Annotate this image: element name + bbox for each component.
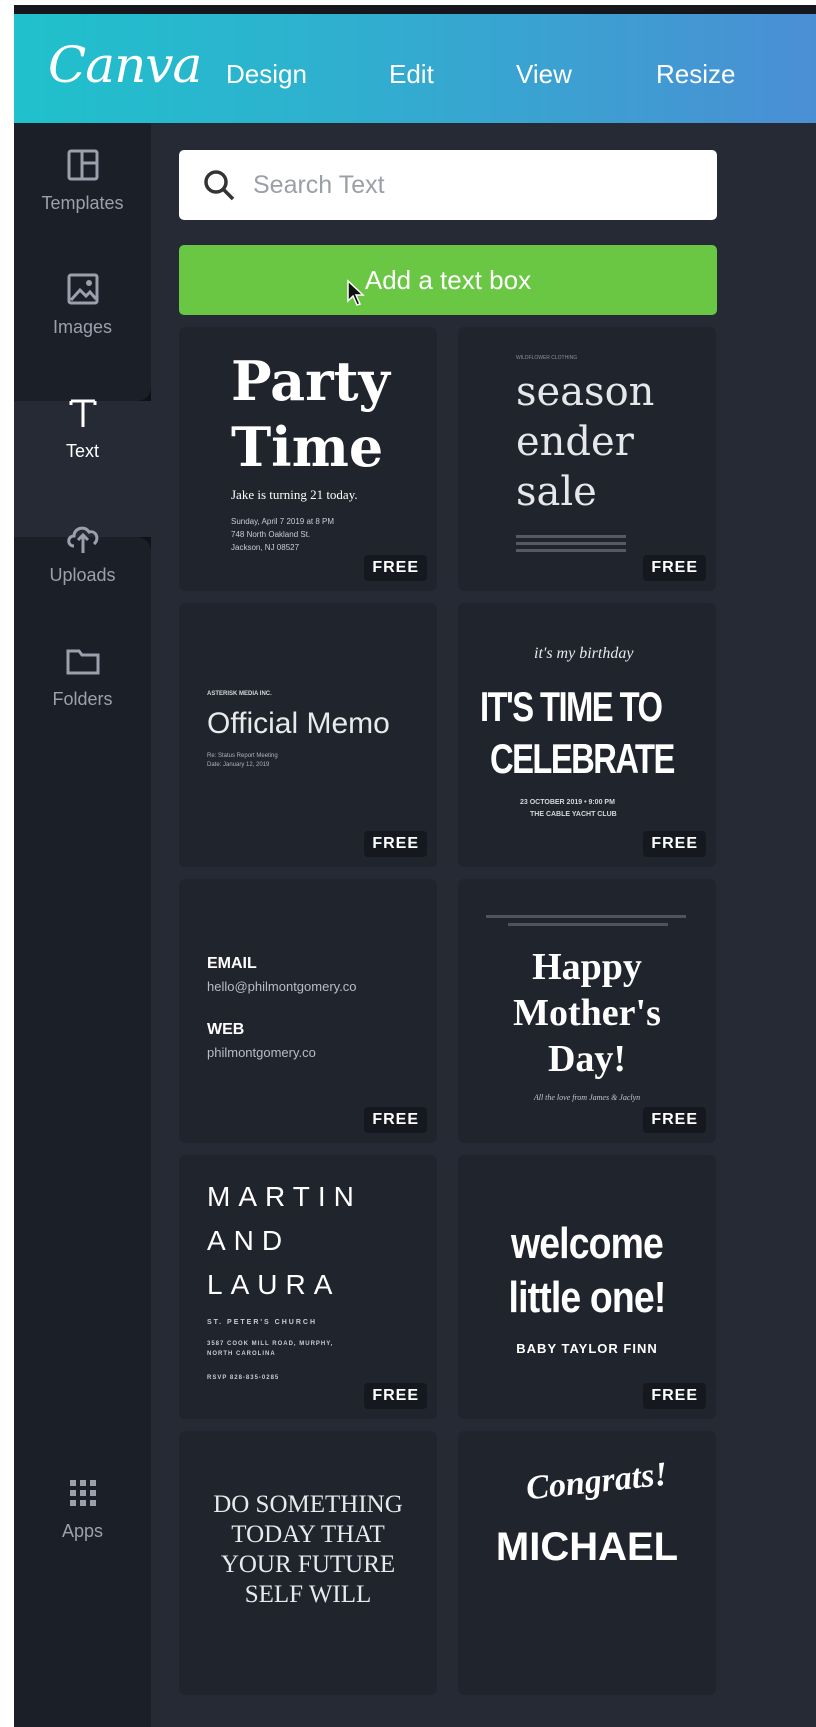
template-heading: sale (516, 469, 597, 515)
text-template-martin-and-laura[interactable]: MARTIN AND LAURA ST. PETER'S CHURCH 3587… (179, 1155, 437, 1419)
template-heading: CELEBRATE (490, 735, 675, 782)
free-badge: FREE (364, 1383, 427, 1409)
template-heading: Happy (532, 946, 642, 988)
template-heading: SELF WILL (244, 1581, 372, 1608)
search-box[interactable] (179, 150, 717, 220)
free-badge: FREE (364, 1107, 427, 1133)
sidebar-item-label: Folders (52, 689, 113, 709)
menu-edit[interactable]: Edit (389, 59, 434, 90)
template-detail: NORTH CAROLINA (207, 1351, 276, 1357)
text-template-do-something[interactable]: DO SOMETHING TODAY THAT YOUR FUTURE SELF… (179, 1431, 437, 1695)
template-detail: Sunday, April 7 2019 at 8 PM (231, 517, 335, 526)
text-template-celebrate[interactable]: it's my birthday IT'S TIME TO CELEBRATE … (458, 603, 716, 867)
template-detail: philmontgomery.co (207, 1045, 316, 1060)
template-heading: Mother's (513, 992, 661, 1034)
template-detail: 748 North Oakland St. (231, 530, 311, 539)
template-heading: Official Memo (207, 707, 390, 740)
search-icon (204, 170, 235, 201)
search-input[interactable] (253, 164, 693, 206)
sidebar-item-images[interactable]: Images (14, 269, 151, 338)
top-bar: Canva Design Edit View Resize (14, 5, 816, 123)
menu-resize[interactable]: Resize (656, 59, 735, 90)
template-detail: BABY TAYLOR FINN (516, 1341, 658, 1356)
text-icon (69, 399, 96, 427)
template-detail: RSVP 828-835-0285 (207, 1375, 280, 1381)
mouse-cursor-icon (347, 279, 365, 306)
canva-logo[interactable]: Canva (48, 36, 202, 94)
template-detail: Jackson, NJ 08527 (231, 543, 300, 552)
text-template-party-time[interactable]: Party Time Jake is turning 21 today. Sun… (179, 327, 437, 591)
free-badge: FREE (643, 1383, 706, 1409)
template-script: it's my birthday (534, 645, 634, 662)
images-icon (67, 273, 98, 305)
text-template-contact[interactable]: EMAIL hello@philmontgomery.co WEB philmo… (179, 879, 437, 1143)
canva-editor: Canva Design Edit View Resize Templates … (14, 5, 816, 1727)
sidebar-item-templates[interactable]: Templates (14, 145, 151, 214)
sidebar-item-label: Images (52, 317, 113, 337)
template-detail: Re: Status Report Meeting (207, 753, 278, 759)
text-template-season-ender-sale[interactable]: WILDFLOWER CLOTHING season ender sale FR… (458, 327, 716, 591)
template-detail: WILDFLOWER CLOTHING (516, 355, 578, 361)
sidebar-item-text[interactable]: Text (14, 393, 151, 462)
sidebar: Templates Images Text Uploads Folders Ap… (14, 123, 151, 1727)
template-detail: 3587 COOK MILL ROAD, MURPHY, (207, 1341, 334, 1347)
template-detail: ASTERISK MEDIA INC. (207, 691, 272, 697)
template-detail: hello@philmontgomery.co (207, 979, 357, 994)
free-badge: FREE (643, 1107, 706, 1133)
text-template-congrats-michael[interactable]: Congrats! MICHAEL (458, 1431, 716, 1695)
template-detail: 23 OCTOBER 2019 • 9:00 PM (520, 799, 615, 806)
sidebar-item-apps[interactable]: Apps (14, 1473, 151, 1542)
free-badge: FREE (643, 831, 706, 857)
templates-icon (67, 149, 98, 181)
template-heading: Time (231, 415, 384, 479)
template-heading: DO SOMETHING (213, 1491, 403, 1518)
free-badge: FREE (643, 555, 706, 581)
apps-grid-icon (69, 1480, 96, 1506)
template-detail: ST. PETER'S CHURCH (207, 1319, 318, 1326)
text-template-welcome-little-one[interactable]: welcome little one! BABY TAYLOR FINN FRE… (458, 1155, 716, 1419)
template-detail: Date: January 12, 2019 (207, 762, 270, 768)
text-template-official-memo[interactable]: ASTERISK MEDIA INC. Official Memo Re: St… (179, 603, 437, 867)
template-heading: Party (231, 349, 390, 413)
template-heading: MARTIN (207, 1181, 362, 1212)
template-detail: THE CABLE YACHT CLUB (530, 811, 617, 818)
sidebar-item-label: Templates (41, 193, 124, 213)
sidebar-item-label: Apps (61, 1521, 104, 1541)
template-heading: WEB (207, 1021, 245, 1038)
sidebar-item-label: Uploads (49, 565, 116, 585)
template-heading: season (516, 369, 655, 415)
template-heading: IT'S TIME TO (480, 683, 663, 730)
sidebar-item-folders[interactable]: Folders (14, 641, 151, 710)
text-template-mothers-day[interactable]: Happy Mother's Day! All the love from Ja… (458, 879, 716, 1143)
template-heading: AND (207, 1225, 291, 1256)
upload-cloud-icon (66, 526, 98, 553)
add-text-box-button[interactable]: Add a text box (179, 245, 717, 315)
template-heading: little one! (508, 1273, 667, 1322)
template-heading: welcome (510, 1219, 664, 1268)
template-heading: MICHAEL (495, 1525, 679, 1569)
template-heading: YOUR FUTURE (220, 1551, 396, 1578)
sidebar-item-uploads[interactable]: Uploads (14, 517, 151, 586)
template-heading: LAURA (207, 1269, 341, 1300)
template-heading: ender (516, 419, 634, 465)
template-heading: EMAIL (207, 955, 257, 972)
template-subtext: Jake is turning 21 today. (231, 487, 358, 502)
sidebar-item-label: Text (65, 441, 99, 461)
free-badge: FREE (364, 555, 427, 581)
free-badge: FREE (364, 831, 427, 857)
template-detail: All the love from James & Jaclyn (533, 1093, 641, 1102)
folder-icon (66, 649, 99, 675)
menu-view[interactable]: View (516, 59, 572, 90)
menu-design[interactable]: Design (226, 59, 307, 90)
template-script: Congrats! (524, 1455, 670, 1508)
template-heading: TODAY THAT (231, 1521, 385, 1548)
template-heading: Day! (547, 1038, 627, 1080)
